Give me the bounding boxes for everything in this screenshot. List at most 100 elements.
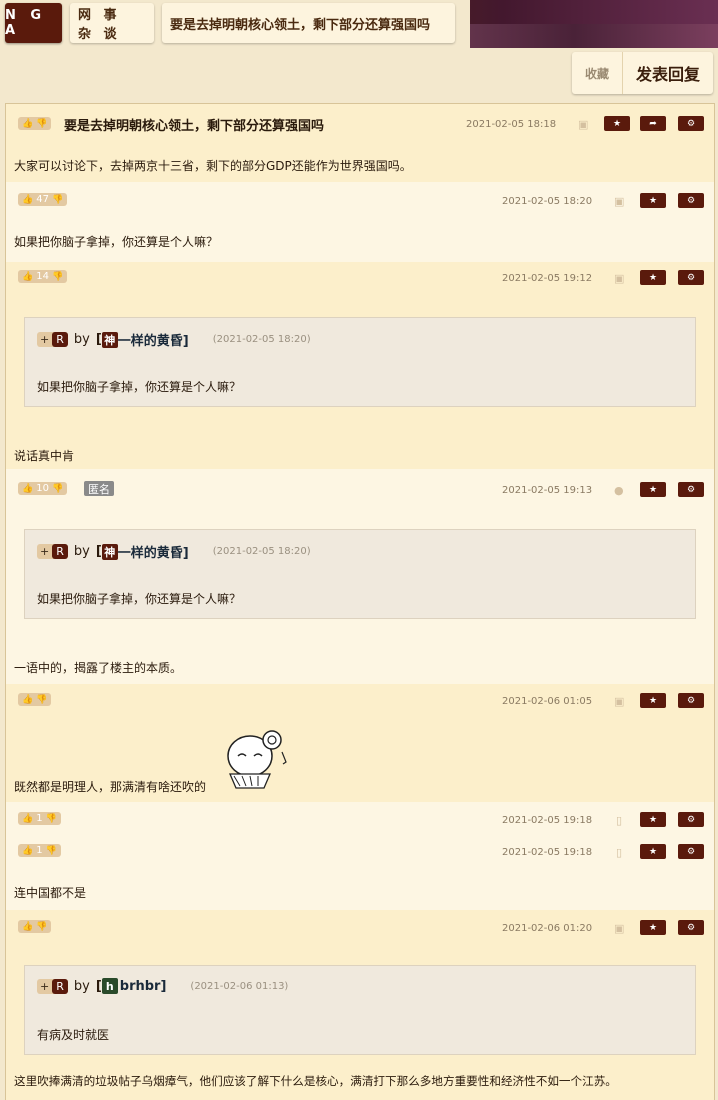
gear-icon: ⚙ (686, 814, 696, 825)
vote-widget[interactable]: 👍 👎 (18, 117, 52, 130)
vote-widget[interactable]: 👍 14 👎 (18, 270, 68, 283)
favorite-button[interactable]: 收藏 (572, 52, 623, 94)
android-icon: ▣ (578, 118, 589, 131)
android-icon: ▣ (614, 922, 625, 935)
star-icon: ★ (648, 922, 658, 933)
quote-tag[interactable]: + R (37, 332, 68, 347)
apple-icon: ● (614, 484, 624, 497)
thumb-up-icon[interactable]: 👍 (22, 272, 33, 282)
breadcrumb-thread[interactable]: 要是去掉明朝核心领土，剩下部分还算强国吗 (162, 3, 455, 43)
thumb-down-icon[interactable]: 👎 (46, 846, 57, 856)
gear-icon: ⚙ (686, 484, 696, 495)
vote-widget[interactable]: 👍 1 👎 (18, 844, 61, 857)
nga-logo[interactable]: N G A (5, 3, 62, 43)
settings-button[interactable]: ⚙ (678, 920, 704, 935)
post-date: 2021-02-05 19:12 (502, 273, 593, 284)
star-button[interactable]: ★ (640, 193, 666, 208)
user-avatar[interactable]: 神 (101, 543, 118, 560)
post-main: 👍 👎 要是去掉明朝核心领土，剩下部分还算强国吗 2021-02-05 18:1… (6, 104, 714, 182)
share-button[interactable]: ➦ (640, 116, 666, 131)
thumb-down-icon[interactable]: 👎 (52, 484, 63, 494)
quote-text: 有病及时就医 (37, 1028, 110, 1042)
sticker-image (227, 730, 287, 789)
thumb-down-icon[interactable]: 👎 (36, 695, 47, 705)
post-date: 2021-02-06 01:20 (502, 923, 593, 934)
star-button[interactable]: ★ (640, 812, 666, 827)
gear-icon: ⚙ (686, 195, 696, 206)
post-content: 这里吹捧满清的垃圾帖子乌烟瘴气，他们应该了解下什么是核心，满清打下那么多地方重要… (14, 1074, 617, 1088)
vote-widget[interactable]: 👍 👎 (18, 693, 52, 706)
star-button[interactable]: ★ (640, 482, 666, 497)
settings-button[interactable]: ⚙ (678, 693, 704, 708)
settings-button[interactable]: ⚙ (678, 193, 704, 208)
vote-widget[interactable]: 👍 47 👎 (18, 193, 68, 206)
post-title: 要是去掉明朝核心领土，剩下部分还算强国吗 (64, 119, 325, 134)
vote-count: 10 (36, 483, 49, 494)
share-icon: ➦ (649, 118, 657, 129)
vote-widget[interactable]: 👍 👎 (18, 920, 52, 933)
quote-by: by (73, 332, 90, 347)
star-button[interactable]: ★ (640, 693, 666, 708)
breadcrumb-board[interactable]: 网 事 杂 谈 (70, 3, 154, 43)
quote-text: 如果把你脑子拿掉，你还算是个人嘛？ (37, 380, 242, 394)
quote-header: + R by [ h brhbr] (2021-02-06 01:13) (37, 978, 288, 994)
quote-bracket: [ (95, 978, 102, 994)
post-reply: 👍 1 👎 2021-02-05 19:18 ▯ ★ ⚙ (6, 802, 714, 834)
settings-button[interactable]: ⚙ (678, 270, 704, 285)
star-button[interactable]: ★ (640, 270, 666, 285)
quote-by: by (73, 978, 90, 994)
vote-widget[interactable]: 👍 1 👎 (18, 812, 61, 825)
quote-date: (2021-02-05 18:20) (212, 546, 311, 557)
thumb-up-icon[interactable]: 👍 (22, 846, 33, 856)
vote-count: 1 (36, 845, 43, 856)
post-content: 大家可以讨论下，去掉两京十三省，剩下的部分GDP还能作为世界强国吗。 (14, 159, 412, 173)
vote-count: 47 (36, 194, 49, 205)
thumb-up-icon[interactable]: 👍 (22, 484, 33, 494)
quote-header: + R by [ 神 一样的黄昏] (2021-02-05 18:20) (37, 330, 311, 349)
vote-count: 1 (36, 813, 43, 824)
android-icon: ▣ (614, 272, 625, 285)
star-button[interactable]: ★ (640, 844, 666, 859)
post-reply: 👍 👎 2021-02-06 01:05 ▣ ★ ⚙ 既然都是明理人，那满清有啥… (6, 684, 714, 802)
quote-username[interactable]: 一样的黄昏] (118, 542, 189, 561)
post-content: 连中国都不是 (14, 886, 87, 900)
quote-username[interactable]: 一样的黄昏] (118, 330, 189, 349)
quote-tag[interactable]: + R (37, 978, 68, 994)
star-button[interactable]: ★ (604, 116, 630, 131)
thumb-up-icon[interactable]: 👍 (22, 119, 33, 129)
post-reply: 👍 14 👎 2021-02-05 19:12 ▣ ★ ⚙ + R by [ 神 … (6, 262, 714, 469)
thumb-up-icon[interactable]: 👍 (22, 922, 33, 932)
android-icon: ▣ (614, 195, 625, 208)
vote-widget[interactable]: 👍 10 👎 (18, 482, 68, 495)
thumb-down-icon[interactable]: 👎 (36, 119, 47, 129)
thumb-down-icon[interactable]: 👎 (52, 272, 63, 282)
settings-button[interactable]: ⚙ (678, 116, 704, 131)
thumb-down-icon[interactable]: 👎 (36, 922, 47, 932)
thumb-up-icon[interactable]: 👍 (22, 814, 33, 824)
settings-button[interactable]: ⚙ (678, 812, 704, 827)
gear-icon: ⚙ (686, 118, 696, 129)
post-date: 2021-02-05 18:20 (502, 196, 593, 207)
star-button[interactable]: ★ (640, 920, 666, 935)
user-avatar[interactable]: 神 (101, 331, 118, 348)
reply-button[interactable]: 发表回复 (623, 52, 713, 94)
settings-button[interactable]: ⚙ (678, 844, 704, 859)
post-date: 2021-02-06 01:05 (502, 696, 593, 707)
quote-username[interactable]: brhbr] (120, 979, 167, 994)
thumb-up-icon[interactable]: 👍 (22, 195, 33, 205)
thumb-up-icon[interactable]: 👍 (22, 695, 33, 705)
star-icon: ★ (612, 118, 622, 129)
vote-count: 14 (36, 271, 49, 282)
user-avatar[interactable]: h (101, 978, 118, 994)
post-date: 2021-02-05 19:18 (502, 847, 593, 858)
star-icon: ★ (648, 272, 658, 283)
quote-block: + R by [ 神 一样的黄昏] (2021-02-05 18:20) 如果把你… (24, 529, 696, 619)
quote-by: by (73, 544, 90, 559)
quote-date: (2021-02-06 01:13) (190, 980, 289, 992)
quote-tag[interactable]: + R (37, 544, 68, 559)
thumb-down-icon[interactable]: 👎 (46, 814, 57, 824)
settings-button[interactable]: ⚙ (678, 482, 704, 497)
thumb-down-icon[interactable]: 👎 (52, 195, 63, 205)
star-icon: ★ (648, 484, 658, 495)
star-icon: ★ (648, 195, 658, 206)
